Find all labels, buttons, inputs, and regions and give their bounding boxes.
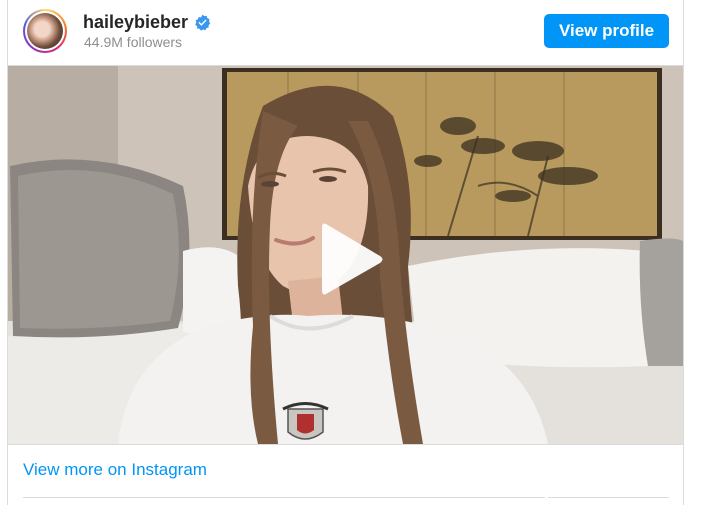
instagram-embed: haileybieber 44.9M followers View profil…: [7, 0, 684, 505]
embed-header: haileybieber 44.9M followers View profil…: [8, 0, 683, 64]
username-link[interactable]: haileybieber: [83, 12, 188, 33]
avatar-ring-gap: [25, 11, 65, 51]
view-profile-button[interactable]: View profile: [544, 14, 669, 48]
play-icon[interactable]: [304, 216, 390, 302]
profile-photo: [27, 13, 63, 49]
footer-divider: [23, 497, 545, 498]
avatar[interactable]: [23, 9, 67, 53]
video-thumbnail[interactable]: [8, 65, 683, 445]
username-row: haileybieber: [83, 11, 211, 33]
verified-badge-icon: [195, 14, 211, 31]
view-more-link[interactable]: View more on Instagram: [23, 460, 207, 480]
follower-count: 44.9M followers: [84, 34, 183, 50]
footer-divider-right: [548, 497, 669, 498]
